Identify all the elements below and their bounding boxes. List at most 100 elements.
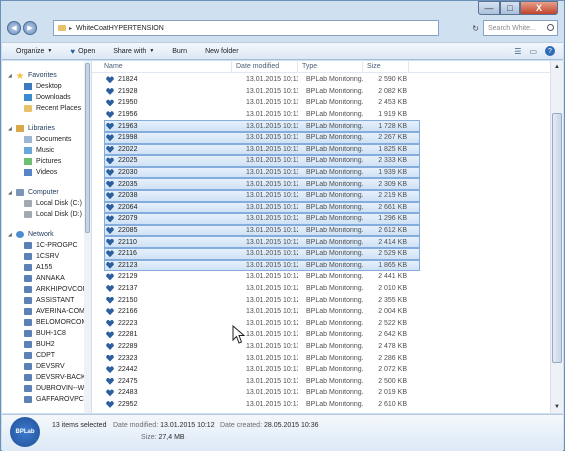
file-row[interactable]: 2296313.01.2015 10:13BPLab Monitoring...… (92, 410, 550, 413)
sidebar-item-network-pc[interactable]: CDPT (2, 350, 90, 361)
sidebar-item-network-pc[interactable]: DEVSRV-BACKUP (2, 372, 90, 383)
help-icon[interactable]: ? (545, 46, 555, 56)
details-date-modified: Date modified: 13.01.2015 10:12 (113, 422, 215, 429)
nav-group-network[interactable]: ◢ Network (2, 229, 90, 240)
sidebar-item-pictures[interactable]: Pictures (2, 156, 90, 167)
file-row[interactable]: 21963 13.01.2015 10:11 BPLab Monitoring...… (92, 120, 550, 132)
forward-button[interactable]: ▶ (23, 21, 37, 35)
expand-icon[interactable]: ◢ (8, 232, 16, 238)
nav-group-computer[interactable]: ◢ Computer (2, 187, 90, 198)
file-row[interactable]: 22952 13.01.2015 10:13 BPLab Monitoring...… (92, 399, 550, 411)
file-row[interactable]: 22323 13.01.2015 10:13 BPLab Monitoring...… (92, 352, 550, 364)
recent-places-icon (24, 105, 32, 112)
preview-pane-icon[interactable]: ▭ (529, 47, 537, 56)
sidebar-item-network-pc[interactable]: BUH2 (2, 339, 90, 350)
address-bar[interactable]: ▸ WhiteCoatHYPERTENSION (53, 20, 439, 36)
file-row[interactable]: 22085 13.01.2015 10:12 BPLab Monitoring...… (92, 224, 550, 237)
sidebar-item-recent-places[interactable]: Recent Places (2, 103, 90, 114)
file-row[interactable]: 22166 13.01.2015 10:12 BPLab Monitoring...… (92, 306, 550, 318)
scroll-down-icon[interactable]: ▼ (551, 401, 563, 413)
file-row[interactable]: 22281 13.01.2015 10:13 BPLab Monitoring...… (92, 329, 550, 341)
change-view-icon[interactable]: ☰ (514, 47, 521, 56)
refresh-button[interactable]: ↻ (439, 20, 479, 36)
maximize-button[interactable]: □ (500, 1, 520, 15)
new-folder-button[interactable]: New folder (205, 48, 238, 55)
file-row[interactable]: 22030 13.01.2015 10:11 BPLab Monitoring...… (92, 166, 550, 179)
expand-icon[interactable]: ◢ (8, 126, 16, 132)
nav-group-label: Computer (28, 189, 59, 196)
sidebar-item-videos[interactable]: Videos (2, 167, 90, 178)
expand-icon[interactable]: ◢ (8, 73, 16, 79)
file-row[interactable]: 22483 13.01.2015 10:13 BPLab Monitoring...… (92, 387, 550, 399)
back-button[interactable]: ◀ (7, 21, 21, 35)
sidebar-item-network-pc[interactable]: GAFFAROVPC (2, 394, 90, 405)
bplab-file-icon (106, 215, 114, 223)
file-row[interactable]: 22110 13.01.2015 10:12 BPLab Monitoring...… (92, 236, 550, 248)
sidebar-item-label: ANNAKA (36, 275, 65, 282)
nav-scrollbar[interactable] (84, 61, 91, 413)
breadcrumb-current[interactable]: WhiteCoatHYPERTENSION (76, 25, 164, 32)
column-type[interactable]: Type (298, 61, 363, 73)
sidebar-item-music[interactable]: Music (2, 145, 90, 156)
file-row[interactable]: 22079 13.01.2015 10:12 BPLab Monitoring...… (92, 213, 550, 225)
close-button[interactable]: X (520, 1, 558, 15)
file-row[interactable]: 22129 13.01.2015 10:12 BPLab Monitoring...… (92, 271, 550, 283)
file-row[interactable]: 22137 13.01.2015 10:12 BPLab Monitoring...… (92, 283, 550, 295)
sidebar-item-network-pc[interactable]: DUBROVIN--WIN (2, 383, 90, 394)
burn-button[interactable]: Burn (172, 48, 187, 55)
file-row[interactable]: 22022 13.01.2015 10:11 BPLab Monitoring...… (92, 143, 550, 156)
sidebar-item-local-disk-c[interactable]: Local Disk (C:) (2, 198, 90, 209)
search-input[interactable]: Search White... (483, 20, 558, 36)
file-row[interactable]: 22289 13.01.2015 10:13 BPLab Monitoring...… (92, 341, 550, 353)
file-row[interactable]: 22035 13.01.2015 10:12 BPLab Monitoring...… (92, 178, 550, 190)
sidebar-item-network-pc[interactable]: ASSISTANT (2, 295, 90, 306)
sidebar-item-network-pc[interactable]: BUH-1C8 (2, 328, 90, 339)
sidebar-item-network-pc[interactable]: 1C-PROGPC (2, 240, 90, 251)
open-button[interactable]: ♥ Open (70, 47, 95, 56)
file-row[interactable]: 22025 13.01.2015 10:11 BPLab Monitoring...… (92, 155, 550, 167)
file-row[interactable]: 22123 13.01.2015 10:12 BPLab Monitoring...… (92, 259, 550, 272)
sidebar-item-network-pc[interactable]: 1CSRV (2, 251, 90, 262)
bplab-file-icon (106, 354, 114, 362)
bplab-file-icon (106, 366, 114, 374)
sidebar-item-desktop[interactable]: Desktop (2, 81, 90, 92)
file-row[interactable]: 21928 13.01.2015 10:11 BPLab Monitoring...… (92, 86, 550, 98)
breadcrumb-arrow-icon[interactable]: ▸ (69, 25, 72, 32)
nav-group-label: Network (28, 231, 54, 238)
bplab-logo: BPLab (10, 417, 40, 447)
sidebar-item-network-pc[interactable]: DEVSRV (2, 361, 90, 372)
sidebar-item-documents[interactable]: Documents (2, 134, 90, 145)
file-row[interactable]: 22475 13.01.2015 10:13 BPLab Monitoring...… (92, 375, 550, 387)
column-name[interactable]: Name (92, 61, 232, 73)
file-row[interactable]: 22064 13.01.2015 10:12 BPLab Monitoring...… (92, 201, 550, 214)
file-row[interactable]: 21824 13.01.2015 10:11 BPLab Monitoring...… (92, 74, 550, 86)
nav-group-libraries[interactable]: ◢ Libraries (2, 123, 90, 134)
nav-group-favorites[interactable]: ◢ Favorites (2, 70, 90, 81)
file-row[interactable]: 21998 13.01.2015 10:11 BPLab Monitoring...… (92, 131, 550, 144)
file-row[interactable]: 22442 13.01.2015 10:13 BPLab Monitoring...… (92, 364, 550, 376)
sidebar-item-network-pc[interactable]: BELOMORCOMP (2, 317, 90, 328)
column-size[interactable]: Size (363, 61, 409, 73)
file-name-cell: 22110 (92, 238, 232, 246)
sidebar-item-local-disk-d[interactable]: Local Disk (D:) (2, 209, 90, 220)
sidebar-item-downloads[interactable]: Downloads (2, 92, 90, 103)
scroll-up-icon[interactable]: ▲ (551, 61, 563, 73)
nav-scroll-thumb[interactable] (85, 63, 90, 233)
file-row[interactable]: 22038 13.01.2015 10:12 BPLab Monitoring...… (92, 189, 550, 202)
file-row[interactable]: 22150 13.01.2015 10:12 BPLab Monitoring...… (92, 294, 550, 306)
column-date-modified[interactable]: Date modified (232, 61, 298, 73)
sidebar-item-network-pc[interactable]: ANNAKA (2, 273, 90, 284)
file-row[interactable]: 22116 13.01.2015 10:12 BPLab Monitoring...… (92, 247, 550, 260)
file-row[interactable]: 22223 13.01.2015 10:12 BPLab Monitoring...… (92, 317, 550, 329)
file-list-scrollbar[interactable]: ▲ ▼ (550, 61, 563, 413)
expand-icon[interactable]: ◢ (8, 190, 16, 196)
file-row[interactable]: 21956 13.01.2015 10:11 BPLab Monitoring...… (92, 109, 550, 121)
sidebar-item-network-pc[interactable]: A155 (2, 262, 90, 273)
file-row[interactable]: 21950 13.01.2015 10:11 BPLab Monitoring...… (92, 97, 550, 109)
sidebar-item-network-pc[interactable]: ARKHIPOVCOMP (2, 284, 90, 295)
sidebar-item-network-pc[interactable]: AVERINA-COMP (2, 306, 90, 317)
share-with-button[interactable]: Share with ▼ (113, 48, 154, 55)
organize-button[interactable]: Organize ▼ (16, 48, 52, 55)
minimize-button[interactable]: — (478, 1, 500, 15)
scroll-thumb[interactable] (552, 113, 562, 363)
